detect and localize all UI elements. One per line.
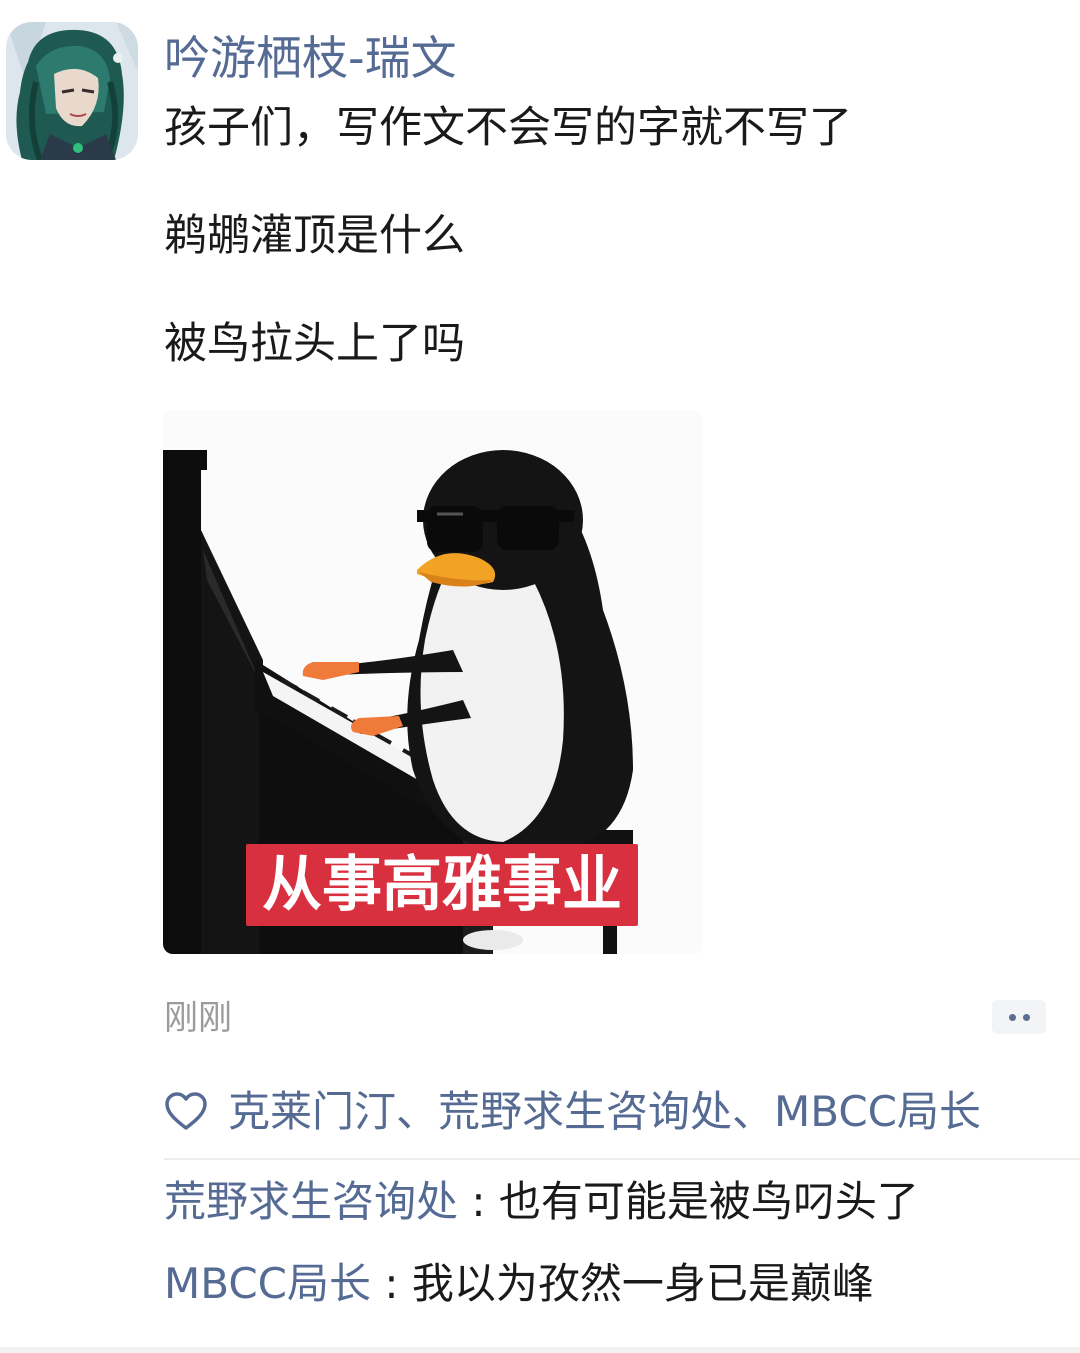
comment-text: 也有可能是被鸟叼头了 (498, 1177, 919, 1226)
comment-separator: : (458, 1177, 499, 1226)
comment-separator: : (370, 1259, 412, 1308)
image-caption: 从事高雅事业 (246, 844, 638, 926)
likes-comments-divider (164, 1158, 1080, 1160)
likes-row: 克莱门汀、荒野求生咨询处、MBCC局长 (164, 1082, 981, 1142)
comment-text: 我以为孜然一身已是巅峰 (411, 1259, 874, 1308)
avatar-portrait (6, 22, 138, 160)
liked-by-names[interactable]: 克莱门汀、荒野求生咨询处、MBCC局长 (228, 1084, 981, 1140)
post-image[interactable]: 从事高雅事业 (163, 410, 703, 954)
more-options-button[interactable] (992, 1000, 1046, 1034)
post-text-line-3: 被鸟拉头上了吗 (164, 319, 465, 369)
post-timestamp: 刚刚 (164, 998, 232, 1038)
more-dots-icon (1009, 1014, 1016, 1021)
comment-author[interactable]: MBCC局长 (164, 1259, 371, 1308)
comment-author[interactable]: 荒野求生咨询处 (164, 1177, 458, 1226)
bottom-divider (0, 1347, 1080, 1353)
post-text-line-1: 孩子们，写作文不会写的字就不写了 (164, 103, 852, 153)
more-dots-icon-dot-2 (1023, 1014, 1030, 1021)
post-text-line-2: 鹈鹕灌顶是什么 (164, 211, 465, 261)
post-author-name[interactable]: 吟游栖枝-瑞文 (164, 28, 457, 88)
comment-item[interactable]: 荒野求生咨询处 : 也有可能是被鸟叼头了 (164, 1174, 919, 1230)
heart-outline-icon (165, 1092, 207, 1130)
comment-item[interactable]: MBCC局长 : 我以为孜然一身已是巅峰 (164, 1256, 874, 1312)
avatar[interactable] (6, 22, 138, 160)
